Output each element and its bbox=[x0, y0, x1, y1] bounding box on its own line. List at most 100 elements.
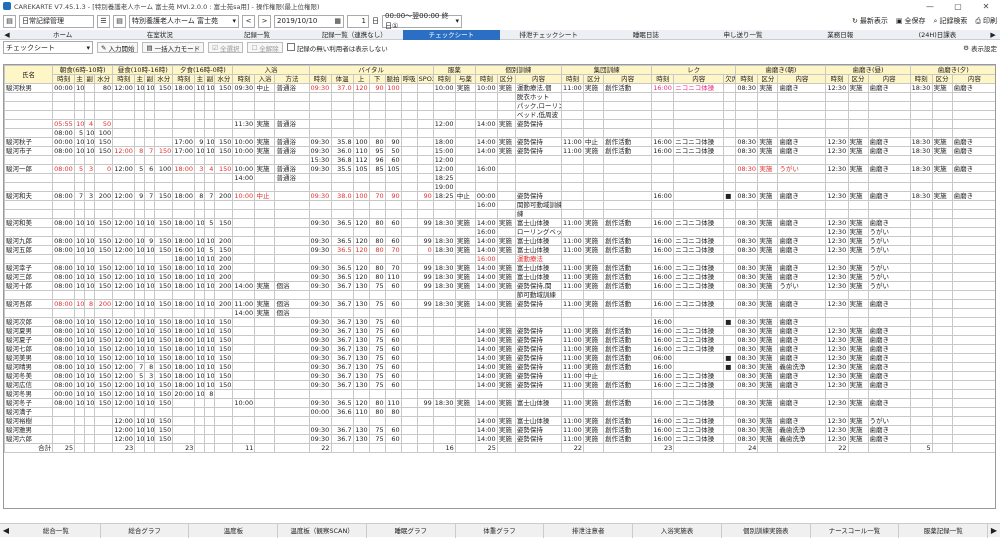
table-cell[interactable] bbox=[723, 371, 737, 381]
table-cell[interactable] bbox=[909, 380, 933, 390]
table-cell[interactable]: 08:30 bbox=[735, 218, 759, 228]
table-cell[interactable] bbox=[384, 308, 402, 318]
table-cell[interactable] bbox=[416, 308, 434, 318]
table-cell[interactable]: 7 bbox=[134, 362, 146, 372]
table-cell[interactable] bbox=[74, 182, 86, 192]
table-cell[interactable] bbox=[673, 362, 725, 372]
table-cell[interactable] bbox=[204, 101, 216, 111]
table-cell[interactable]: 実施 bbox=[757, 398, 779, 408]
table-cell[interactable] bbox=[134, 155, 146, 165]
table-cell[interactable] bbox=[352, 227, 370, 237]
table-cell[interactable]: 実施 bbox=[583, 146, 605, 156]
table-cell[interactable] bbox=[308, 200, 332, 210]
table-cell[interactable]: 11:00 bbox=[561, 353, 585, 363]
table-cell[interactable] bbox=[432, 389, 456, 399]
table-cell[interactable]: 実施 bbox=[254, 119, 276, 129]
table-cell[interactable] bbox=[825, 101, 849, 111]
table-cell[interactable] bbox=[673, 164, 725, 174]
table-cell[interactable] bbox=[583, 389, 605, 399]
table-cell[interactable] bbox=[416, 83, 434, 93]
table-cell[interactable] bbox=[931, 353, 953, 363]
table-cell[interactable] bbox=[651, 101, 675, 111]
table-cell[interactable]: 10 bbox=[204, 137, 216, 147]
table-cell[interactable] bbox=[777, 119, 827, 129]
tab-handover-list[interactable]: 申し送り一覧 bbox=[694, 30, 791, 40]
table-cell[interactable] bbox=[432, 434, 456, 444]
table-cell[interactable] bbox=[825, 92, 849, 102]
table-cell[interactable] bbox=[847, 389, 869, 399]
table-cell[interactable] bbox=[909, 236, 933, 246]
table-cell[interactable] bbox=[583, 209, 605, 219]
table-cell[interactable] bbox=[454, 308, 476, 318]
table-cell[interactable]: 36.7 bbox=[330, 425, 354, 435]
table-cell[interactable] bbox=[561, 308, 585, 318]
table-cell[interactable]: 150 bbox=[154, 245, 174, 255]
table-cell[interactable]: 創作活動 bbox=[603, 83, 653, 93]
table-cell[interactable]: 130 bbox=[352, 362, 370, 372]
table-cell[interactable] bbox=[931, 173, 953, 183]
table-cell[interactable]: 姿勢保持 bbox=[514, 119, 563, 129]
table-cell[interactable] bbox=[384, 119, 402, 129]
table-cell[interactable] bbox=[416, 155, 434, 165]
table-cell[interactable] bbox=[454, 335, 476, 345]
table-cell[interactable] bbox=[400, 209, 418, 219]
table-cell[interactable]: 16:00 bbox=[651, 344, 675, 354]
table-cell[interactable]: 36.7 bbox=[330, 353, 354, 363]
table-cell[interactable]: 歯磨き bbox=[867, 398, 911, 408]
table-cell[interactable]: 08:30 bbox=[735, 83, 759, 93]
table-cell[interactable]: 10 bbox=[84, 380, 96, 390]
table-cell[interactable] bbox=[172, 425, 196, 435]
table-cell[interactable]: 120 bbox=[352, 245, 370, 255]
table-cell[interactable] bbox=[308, 254, 332, 264]
table-cell[interactable] bbox=[931, 101, 953, 111]
table-cell[interactable]: 18:30 bbox=[432, 299, 456, 309]
table-cell[interactable] bbox=[951, 407, 995, 417]
table-cell[interactable] bbox=[330, 128, 354, 138]
table-cell[interactable]: 150 bbox=[94, 362, 114, 372]
table-cell[interactable] bbox=[254, 335, 276, 345]
close-icon[interactable]: ✕ bbox=[972, 2, 1000, 11]
resident-name[interactable]: 駿河雅男 bbox=[4, 425, 54, 435]
table-cell[interactable] bbox=[330, 200, 354, 210]
footer-button[interactable]: 総合一覧 bbox=[12, 523, 101, 538]
table-cell[interactable]: 12:30 bbox=[825, 326, 849, 336]
table-cell[interactable]: 150 bbox=[154, 218, 174, 228]
table-cell[interactable] bbox=[651, 290, 675, 300]
table-cell[interactable]: 12:30 bbox=[825, 434, 849, 444]
table-cell[interactable] bbox=[651, 182, 675, 192]
table-cell[interactable]: 実施 bbox=[496, 425, 516, 435]
table-cell[interactable] bbox=[909, 389, 933, 399]
table-cell[interactable]: 実施 bbox=[847, 380, 869, 390]
table-cell[interactable] bbox=[931, 128, 953, 138]
table-cell[interactable]: 練 bbox=[514, 209, 563, 219]
table-cell[interactable] bbox=[84, 83, 96, 93]
table-cell[interactable] bbox=[723, 155, 737, 165]
table-cell[interactable]: 実施 bbox=[254, 146, 276, 156]
table-cell[interactable] bbox=[94, 308, 114, 318]
table-cell[interactable] bbox=[84, 110, 96, 120]
table-cell[interactable] bbox=[735, 128, 759, 138]
maximize-icon[interactable]: ▢ bbox=[944, 2, 972, 11]
table-cell[interactable] bbox=[274, 245, 310, 255]
table-cell[interactable]: 60 bbox=[384, 335, 402, 345]
table-cell[interactable] bbox=[232, 317, 256, 327]
table-cell[interactable] bbox=[400, 200, 418, 210]
table-cell[interactable] bbox=[232, 92, 256, 102]
table-cell[interactable] bbox=[112, 173, 136, 183]
table-cell[interactable]: 18:30 bbox=[432, 245, 456, 255]
table-cell[interactable]: ベッド,低周波 bbox=[514, 110, 563, 120]
table-cell[interactable]: 創作活動 bbox=[603, 425, 653, 435]
table-cell[interactable]: 12:00 bbox=[112, 425, 136, 435]
table-cell[interactable]: 実施 bbox=[847, 137, 869, 147]
table-cell[interactable] bbox=[400, 92, 418, 102]
table-cell[interactable]: 12:30 bbox=[825, 425, 849, 435]
table-cell[interactable]: 09:30 bbox=[308, 353, 332, 363]
table-cell[interactable]: 歯磨き bbox=[777, 317, 827, 327]
table-cell[interactable]: 歯磨き bbox=[777, 353, 827, 363]
table-cell[interactable] bbox=[583, 110, 605, 120]
resident-name[interactable]: 駿河一郎 bbox=[4, 164, 54, 174]
table-cell[interactable] bbox=[274, 326, 310, 336]
table-cell[interactable] bbox=[603, 308, 653, 318]
table-cell[interactable] bbox=[951, 380, 995, 390]
table-cell[interactable] bbox=[432, 227, 456, 237]
